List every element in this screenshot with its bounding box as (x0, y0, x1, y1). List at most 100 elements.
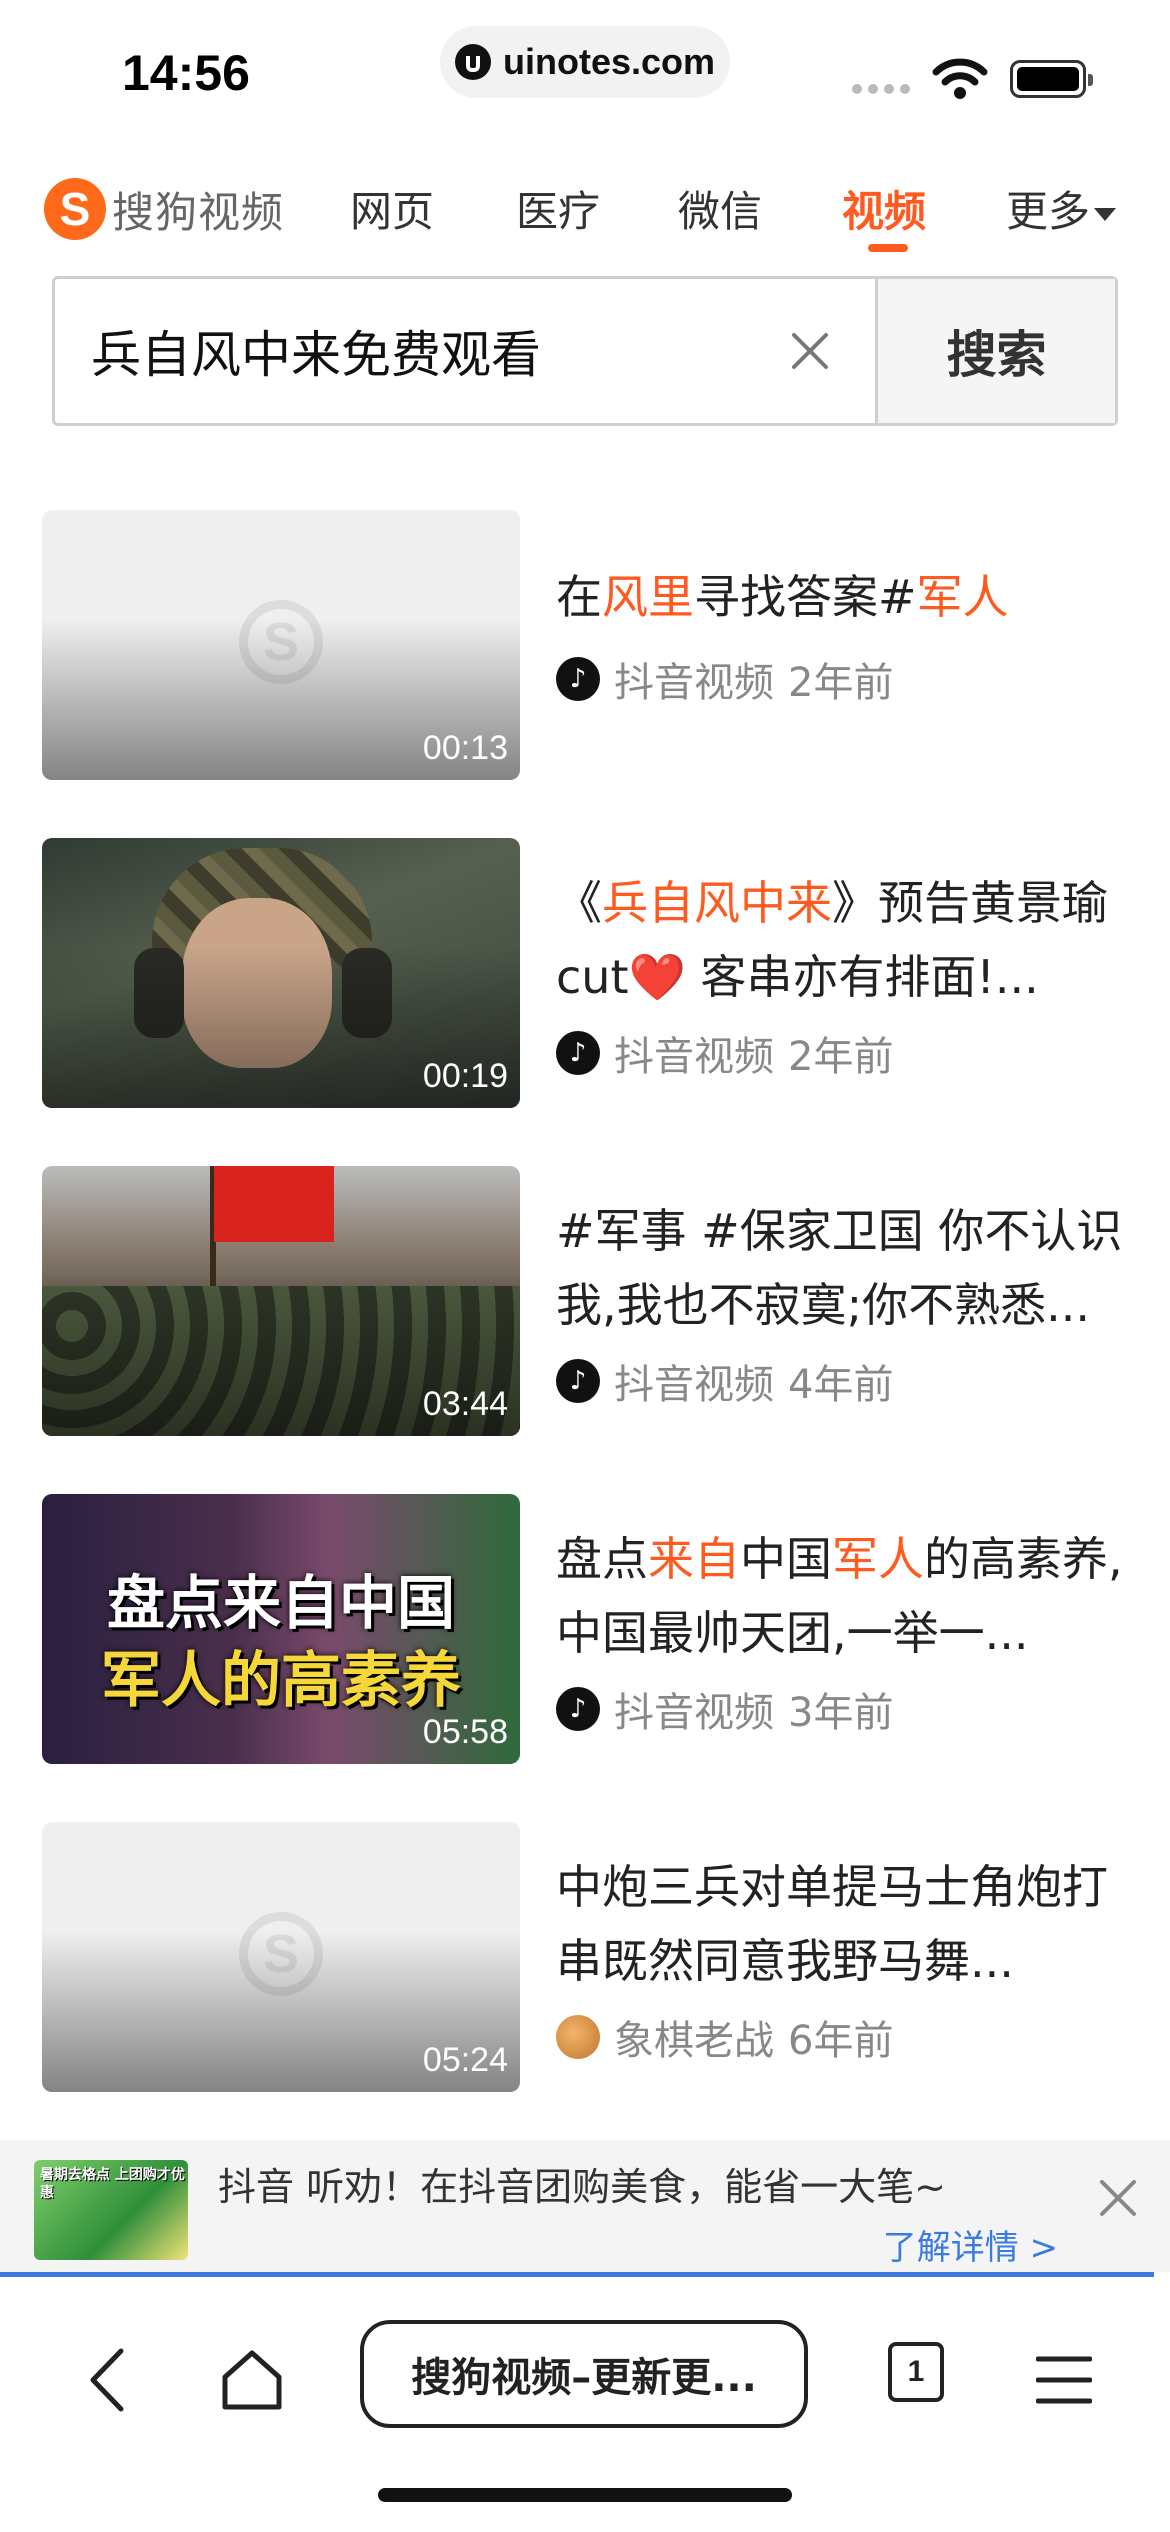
video-result[interactable]: 盘点来自中国 军人的高素养 05:58 盘点来自中国军人的高素养,中国最帅天团,… (42, 1494, 1128, 1764)
video-title[interactable]: 盘点来自中国军人的高素养,中国最帅天团,一举一... (556, 1522, 1128, 1670)
video-thumbnail[interactable]: 盘点来自中国 军人的高素养 05:58 (42, 1494, 520, 1764)
ad-brand: 抖音 (218, 2165, 295, 2209)
title-highlight: 风里 (602, 570, 694, 624)
title-segment: 客串亦有排面!... (685, 950, 1039, 1004)
video-meta: ♪ 抖音视频 2年前 (556, 1024, 893, 1082)
home-button[interactable] (214, 2340, 290, 2420)
title-highlight: 军人 (916, 570, 1009, 624)
search-button[interactable]: 搜索 (875, 279, 1115, 423)
wifi-icon (932, 58, 988, 99)
search-bar: 搜索 (52, 276, 1118, 426)
video-source: 象棋老战 (614, 2018, 774, 2064)
ad-text: 抖音 听劝！在抖音团购美食，能省一大笔~ (218, 2156, 946, 2211)
title-segment: #军事 #保家卫国 你不认识我,我也不寂寞;你不熟悉... (556, 1204, 1123, 1332)
video-result[interactable]: S 05:24 中炮三兵对单提马士角炮打串既然同意我野马舞... 象棋老战 6年… (42, 1822, 1128, 2092)
video-title[interactable]: 《兵自风中来》预告黄景瑜cut❤️ 客串亦有排面!... (556, 866, 1128, 1014)
thumbnail-caption: 军人的高素养 (101, 1646, 461, 1716)
tab-more-label: 更多 (1006, 187, 1091, 236)
menu-button[interactable] (1034, 2340, 1094, 2420)
video-result[interactable]: 00:19 《兵自风中来》预告黄景瑜cut❤️ 客串亦有排面!... ♪ 抖音视… (42, 838, 1128, 1108)
close-icon (792, 333, 828, 369)
video-age: 2年前 (788, 1034, 894, 1080)
title-segment: 《 (556, 876, 602, 930)
browser-toolbar: 搜狗视频–更新更... 1 (0, 2290, 1170, 2460)
status-bar: 14:56 uinotes.com (0, 0, 1170, 140)
title-segment: 在 (556, 570, 602, 624)
home-icon (222, 2350, 282, 2410)
video-thumbnail[interactable]: S 05:24 (42, 1822, 520, 2092)
video-result[interactable]: 03:44 #军事 #保家卫国 你不认识我,我也不寂寞;你不熟悉... ♪ 抖音… (42, 1166, 1128, 1436)
current-tab-title[interactable]: 搜狗视频–更新更... (360, 2320, 808, 2428)
douyin-icon: ♪ (556, 1031, 600, 1075)
site-icon (454, 44, 491, 80)
douyin-icon: ♪ (556, 1359, 600, 1403)
top-nav: S 搜狗视频 网页 医疗 微信 视频 更多 (0, 160, 1170, 260)
video-age: 2年前 (788, 660, 894, 706)
page-load-progress (0, 2272, 1154, 2277)
logo-mark: S (44, 178, 106, 240)
tab-more[interactable]: 更多 (1006, 178, 1117, 239)
chevron-left-icon (90, 2348, 124, 2412)
video-age: 6年前 (788, 2018, 894, 2064)
video-source: 抖音视频 (614, 1362, 774, 1408)
video-meta: ♪ 抖音视频 2年前 (556, 650, 893, 708)
title-segment: 盘点 (556, 1532, 648, 1586)
heart-emoji: ❤️ (628, 950, 686, 1004)
video-source: 抖音视频 (614, 660, 774, 706)
video-source: 抖音视频 (614, 1690, 774, 1736)
title-highlight: 军人 (832, 1532, 924, 1586)
video-duration: 05:58 (422, 1713, 508, 1751)
ad-banner[interactable]: 暑期去格点 上团购才优惠 抖音 听劝！在抖音团购美食，能省一大笔~ 了解详情 > (0, 2140, 1170, 2272)
ad-image-text: 暑期去格点 上团购才优惠 (40, 2167, 185, 2201)
video-duration: 00:19 (422, 1057, 508, 1095)
douyin-icon: ♪ (556, 1687, 600, 1731)
video-duration: 03:44 (422, 1385, 508, 1423)
video-duration: 00:13 (422, 729, 508, 767)
douyin-icon: ♪ (556, 657, 600, 701)
video-thumbnail[interactable]: 03:44 (42, 1166, 520, 1436)
ad-image[interactable]: 暑期去格点 上团购才优惠 (34, 2160, 188, 2260)
video-thumbnail[interactable]: 00:19 (42, 838, 520, 1108)
title-segment: 中炮三兵对单提马士角炮打串既然同意我野马舞... (556, 1860, 1108, 1988)
video-age: 4年前 (788, 1362, 894, 1408)
video-meta: ♪ 抖音视频 3年前 (556, 1680, 893, 1738)
video-title[interactable]: #军事 #保家卫国 你不认识我,我也不寂寞;你不熟悉... (556, 1194, 1128, 1342)
ad-message: 听劝！在抖音团购美食，能省一大笔~ (306, 2165, 946, 2209)
active-tab-indicator (868, 244, 908, 252)
close-icon[interactable] (1096, 2176, 1140, 2220)
video-result[interactable]: S 00:13 在风里寻找答案#军人 ♪ 抖音视频 2年前 (42, 510, 1128, 780)
title-segment: 寻找答案# (694, 570, 917, 624)
home-indicator (378, 2488, 792, 2502)
video-title[interactable]: 中炮三兵对单提马士角炮打串既然同意我野马舞... (556, 1850, 1128, 1998)
search-input[interactable] (55, 279, 745, 423)
clear-button[interactable] (745, 279, 875, 423)
video-age: 3年前 (788, 1690, 894, 1736)
title-highlight: 来自 (648, 1532, 740, 1586)
tab-medical[interactable]: 医疗 (516, 178, 600, 239)
battery-icon (1010, 60, 1093, 98)
ad-learn-more-link[interactable]: 了解详情 > (883, 2220, 1058, 2269)
tab-switcher-button[interactable]: 1 (888, 2342, 944, 2402)
video-title[interactable]: 在风里寻找答案#军人 (556, 560, 1128, 634)
video-meta: ♪ 抖音视频 4年前 (556, 1352, 893, 1410)
tab-wechat[interactable]: 微信 (678, 178, 762, 239)
hamburger-menu-icon (1036, 2356, 1092, 2404)
back-button[interactable] (72, 2340, 142, 2420)
url-pill[interactable]: uinotes.com (440, 26, 730, 98)
title-segment: 中国 (740, 1532, 832, 1586)
video-meta: 象棋老战 6年前 (556, 2008, 893, 2066)
red-flag (214, 1166, 334, 1242)
clock: 14:56 (122, 45, 250, 101)
tab-web[interactable]: 网页 (350, 178, 434, 239)
video-thumbnail[interactable]: S 00:13 (42, 510, 520, 780)
video-source: 抖音视频 (614, 1034, 774, 1080)
sogou-video-logo[interactable]: S 搜狗视频 (44, 178, 284, 240)
thumbnail-caption: 盘点来自中国 (106, 1569, 455, 1637)
url-text: uinotes.com (502, 41, 716, 82)
cellular-signal-icon (852, 84, 910, 94)
caret-down-icon (1094, 208, 1117, 221)
video-duration: 05:24 (422, 2041, 508, 2079)
title-highlight: 兵自风中来 (602, 876, 832, 930)
tab-video[interactable]: 视频 (842, 178, 926, 239)
channel-avatar (556, 2015, 600, 2059)
